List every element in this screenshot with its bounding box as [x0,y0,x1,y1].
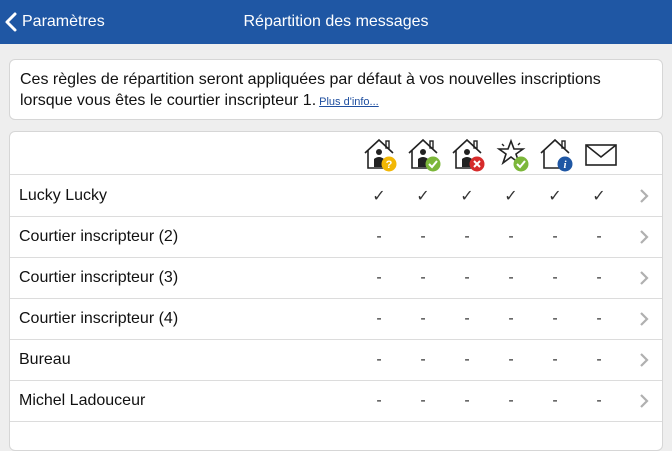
rule-cell: - [420,391,426,409]
house-person-check-icon [406,135,444,173]
rule-cell: - [552,227,558,245]
rule-cell: - [376,309,382,327]
house-person-cross-icon [450,135,488,173]
rule-cell: - [420,268,426,286]
recipient-row-courtier-2[interactable]: Courtier inscripteur (2) - - - - - - [10,216,662,258]
chevron-right-icon [639,311,649,332]
recipient-name: Courtier inscripteur (2) [19,227,179,245]
top-navigation-bar: Paramètres Répartition des messages [0,0,672,44]
back-label: Paramètres [22,13,105,30]
rule-cell: - [552,309,558,327]
chevron-left-icon [4,11,18,33]
house-person-question-icon: ? [362,135,400,173]
rule-cell: - [596,391,602,409]
recipient-row-lucky-lucky[interactable]: Lucky Lucky ✓ ✓ ✓ ✓ ✓ ✓ [10,175,662,217]
rule-cell: - [420,227,426,245]
rule-cell: - [508,350,514,368]
rule-cell: ✓ [504,187,518,205]
recipient-name: Michel Ladouceur [19,391,146,409]
more-info-link[interactable]: Plus d'info... [319,96,379,108]
rule-cell: - [464,268,470,286]
info-text: Ces règles de répartition seront appliqu… [20,71,601,109]
rule-cell: - [508,227,514,245]
column-header-row: ? i [10,132,662,175]
rule-cell: - [420,309,426,327]
rule-cell: ✓ [548,187,562,205]
recipient-name: Lucky Lucky [19,186,108,204]
rule-cell: - [376,227,382,245]
rule-cell: - [420,350,426,368]
rule-cell: - [376,268,382,286]
rule-cell: - [508,268,514,286]
info-card: Ces règles de répartition seront appliqu… [9,59,663,120]
rule-cell: - [596,309,602,327]
rule-cell: ✓ [592,187,606,205]
back-button[interactable]: Paramètres [4,0,105,44]
rule-cell: - [508,391,514,409]
rule-cell: - [376,350,382,368]
recipient-row-courtier-3[interactable]: Courtier inscripteur (3) - - - - - - [10,257,662,299]
house-info-icon: i [538,135,576,173]
rule-cell: - [464,309,470,327]
rule-cell: - [464,227,470,245]
recipient-name: Courtier inscripteur (4) [19,309,179,327]
chevron-right-icon [639,352,649,373]
rule-cell: - [596,268,602,286]
recipient-name: Courtier inscripteur (3) [19,268,179,286]
star-check-icon [494,135,532,173]
recipient-row-courtier-4[interactable]: Courtier inscripteur (4) - - - - - - [10,298,662,340]
rule-cell: - [464,391,470,409]
chevron-right-icon [639,229,649,250]
rule-cell: - [376,391,382,409]
rule-cell: ✓ [460,187,474,205]
rule-cell: - [508,309,514,327]
rule-cell: - [464,350,470,368]
recipient-row-michel-ladouceur[interactable]: Michel Ladouceur - - - - - - [10,380,662,422]
chevron-right-icon [639,270,649,291]
rule-cell: - [552,268,558,286]
rule-cell: ✓ [372,187,386,205]
rule-cell: - [596,227,602,245]
envelope-icon [582,135,620,173]
recipient-row-bureau[interactable]: Bureau - - - - - - [10,339,662,381]
rule-cell: - [596,350,602,368]
chevron-right-icon [639,188,649,209]
recipient-name: Bureau [19,350,71,368]
rule-cell: ✓ [416,187,430,205]
chevron-right-icon [639,393,649,414]
distribution-table: ? i Lucky Lucky ✓ ✓ ✓ ✓ ✓ ✓ Courtier ins… [9,131,663,451]
rule-cell: - [552,350,558,368]
svg-text:?: ? [386,159,393,171]
rule-cell: - [552,391,558,409]
